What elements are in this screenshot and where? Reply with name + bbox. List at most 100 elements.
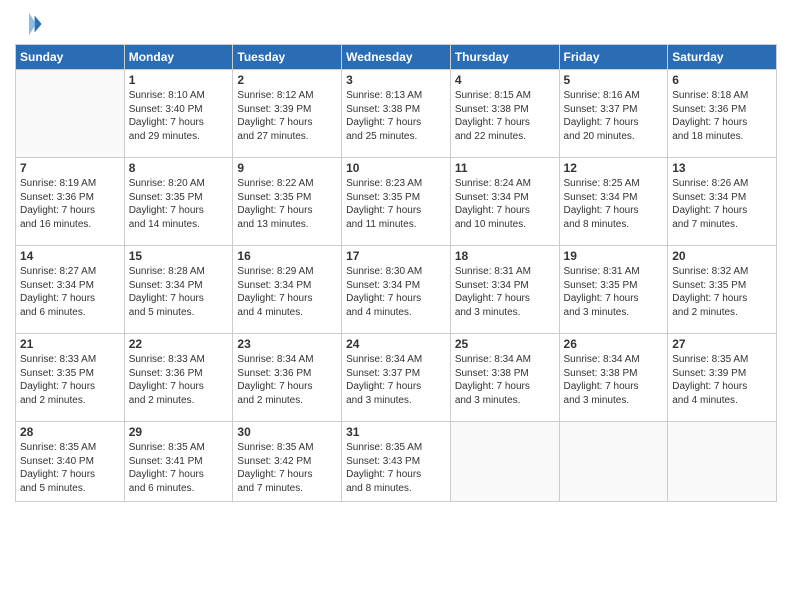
day-info: Sunrise: 8:19 AM Sunset: 3:36 PM Dayligh… (20, 177, 120, 231)
day-cell: 19 Sunrise: 8:31 AM Sunset: 3:35 PM Dayli… (559, 246, 668, 334)
day-number: 4 (455, 73, 555, 87)
day-info: Sunrise: 8:35 AM Sunset: 3:39 PM Dayligh… (672, 353, 772, 407)
day-info: Sunrise: 8:34 AM Sunset: 3:38 PM Dayligh… (455, 353, 555, 407)
day-info: Sunrise: 8:34 AM Sunset: 3:38 PM Dayligh… (564, 353, 664, 407)
day-cell: 8 Sunrise: 8:20 AM Sunset: 3:35 PM Daylig… (124, 158, 233, 246)
day-number: 21 (20, 337, 120, 351)
day-cell: 10Sunrise: 8:23 AM Sunset: 3:35 PM Dayli… (342, 158, 451, 246)
day-cell (16, 70, 125, 158)
column-header-monday: Monday (124, 45, 233, 70)
logo-icon (15, 10, 43, 38)
day-info: Sunrise: 8:13 AM Sunset: 3:38 PM Dayligh… (346, 89, 446, 143)
day-cell: 23 Sunrise: 8:34 AM Sunset: 3:36 PM Dayli… (233, 334, 342, 422)
day-cell: 16Sunrise: 8:29 AM Sunset: 3:34 PM Dayli… (233, 246, 342, 334)
logo (15, 10, 47, 38)
day-number: 15 (129, 249, 229, 263)
day-info: Sunrise: 8:31 AM Sunset: 3:35 PM Dayligh… (564, 265, 664, 319)
day-cell: 12 Sunrise: 8:25 AM Sunset: 3:34 PM Dayli… (559, 158, 668, 246)
day-info: Sunrise: 8:26 AM Sunset: 3:34 PM Dayligh… (672, 177, 772, 231)
day-cell: 22 Sunrise: 8:33 AM Sunset: 3:36 PM Dayli… (124, 334, 233, 422)
column-header-friday: Friday (559, 45, 668, 70)
day-number: 1 (129, 73, 229, 87)
day-number: 12 (564, 161, 664, 175)
day-cell: 1 Sunrise: 8:10 AM Sunset: 3:40 PM Daylig… (124, 70, 233, 158)
day-cell: 31 Sunrise: 8:35 AM Sunset: 3:43 PM Dayli… (342, 422, 451, 502)
day-number: 29 (129, 425, 229, 439)
header-row: SundayMondayTuesdayWednesdayThursdayFrid… (16, 45, 777, 70)
day-number: 9 (237, 161, 337, 175)
day-info: Sunrise: 8:10 AM Sunset: 3:40 PM Dayligh… (129, 89, 229, 143)
day-number: 18 (455, 249, 555, 263)
day-number: 3 (346, 73, 446, 87)
day-info: Sunrise: 8:32 AM Sunset: 3:35 PM Dayligh… (672, 265, 772, 319)
column-header-saturday: Saturday (668, 45, 777, 70)
day-number: 19 (564, 249, 664, 263)
day-cell (668, 422, 777, 502)
day-info: Sunrise: 8:15 AM Sunset: 3:38 PM Dayligh… (455, 89, 555, 143)
day-cell: 25 Sunrise: 8:34 AM Sunset: 3:38 PM Dayli… (450, 334, 559, 422)
day-info: Sunrise: 8:24 AM Sunset: 3:34 PM Dayligh… (455, 177, 555, 231)
calendar: SundayMondayTuesdayWednesdayThursdayFrid… (15, 44, 777, 502)
column-header-wednesday: Wednesday (342, 45, 451, 70)
day-cell: 3 Sunrise: 8:13 AM Sunset: 3:38 PM Daylig… (342, 70, 451, 158)
day-number: 31 (346, 425, 446, 439)
day-cell: 9 Sunrise: 8:22 AM Sunset: 3:35 PM Daylig… (233, 158, 342, 246)
day-cell: 30 Sunrise: 8:35 AM Sunset: 3:42 PM Dayli… (233, 422, 342, 502)
week-row-3: 14 Sunrise: 8:27 AM Sunset: 3:34 PM Dayli… (16, 246, 777, 334)
day-number: 22 (129, 337, 229, 351)
day-number: 17 (346, 249, 446, 263)
week-row-1: 1 Sunrise: 8:10 AM Sunset: 3:40 PM Daylig… (16, 70, 777, 158)
day-info: Sunrise: 8:12 AM Sunset: 3:39 PM Dayligh… (237, 89, 337, 143)
day-cell: 7 Sunrise: 8:19 AM Sunset: 3:36 PM Daylig… (16, 158, 125, 246)
day-cell: 27 Sunrise: 8:35 AM Sunset: 3:39 PM Dayli… (668, 334, 777, 422)
day-cell: 20 Sunrise: 8:32 AM Sunset: 3:35 PM Dayli… (668, 246, 777, 334)
day-cell: 5Sunrise: 8:16 AM Sunset: 3:37 PM Daylig… (559, 70, 668, 158)
day-number: 24 (346, 337, 446, 351)
day-number: 20 (672, 249, 772, 263)
day-number: 28 (20, 425, 120, 439)
week-row-5: 28 Sunrise: 8:35 AM Sunset: 3:40 PM Dayli… (16, 422, 777, 502)
day-number: 8 (129, 161, 229, 175)
day-cell: 2 Sunrise: 8:12 AM Sunset: 3:39 PM Daylig… (233, 70, 342, 158)
day-info: Sunrise: 8:34 AM Sunset: 3:37 PM Dayligh… (346, 353, 446, 407)
day-number: 25 (455, 337, 555, 351)
day-number: 30 (237, 425, 337, 439)
day-info: Sunrise: 8:27 AM Sunset: 3:34 PM Dayligh… (20, 265, 120, 319)
day-cell: 14 Sunrise: 8:27 AM Sunset: 3:34 PM Dayli… (16, 246, 125, 334)
day-number: 7 (20, 161, 120, 175)
day-number: 27 (672, 337, 772, 351)
day-info: Sunrise: 8:31 AM Sunset: 3:34 PM Dayligh… (455, 265, 555, 319)
day-number: 26 (564, 337, 664, 351)
day-info: Sunrise: 8:25 AM Sunset: 3:34 PM Dayligh… (564, 177, 664, 231)
day-cell: 6 Sunrise: 8:18 AM Sunset: 3:36 PM Daylig… (668, 70, 777, 158)
day-info: Sunrise: 8:33 AM Sunset: 3:35 PM Dayligh… (20, 353, 120, 407)
day-number: 11 (455, 161, 555, 175)
day-info: Sunrise: 8:35 AM Sunset: 3:42 PM Dayligh… (237, 441, 337, 495)
week-row-4: 21 Sunrise: 8:33 AM Sunset: 3:35 PM Dayli… (16, 334, 777, 422)
day-number: 6 (672, 73, 772, 87)
day-info: Sunrise: 8:20 AM Sunset: 3:35 PM Dayligh… (129, 177, 229, 231)
day-info: Sunrise: 8:29 AM Sunset: 3:34 PM Dayligh… (237, 265, 337, 319)
day-info: Sunrise: 8:33 AM Sunset: 3:36 PM Dayligh… (129, 353, 229, 407)
day-info: Sunrise: 8:28 AM Sunset: 3:34 PM Dayligh… (129, 265, 229, 319)
page: SundayMondayTuesdayWednesdayThursdayFrid… (0, 0, 792, 612)
day-info: Sunrise: 8:16 AM Sunset: 3:37 PM Dayligh… (564, 89, 664, 143)
day-info: Sunrise: 8:35 AM Sunset: 3:41 PM Dayligh… (129, 441, 229, 495)
day-cell: 4 Sunrise: 8:15 AM Sunset: 3:38 PM Daylig… (450, 70, 559, 158)
day-cell: 24 Sunrise: 8:34 AM Sunset: 3:37 PM Dayli… (342, 334, 451, 422)
day-number: 23 (237, 337, 337, 351)
day-info: Sunrise: 8:23 AM Sunset: 3:35 PM Dayligh… (346, 177, 446, 231)
day-cell: 15 Sunrise: 8:28 AM Sunset: 3:34 PM Dayli… (124, 246, 233, 334)
day-cell: 11 Sunrise: 8:24 AM Sunset: 3:34 PM Dayli… (450, 158, 559, 246)
day-info: Sunrise: 8:22 AM Sunset: 3:35 PM Dayligh… (237, 177, 337, 231)
day-info: Sunrise: 8:35 AM Sunset: 3:40 PM Dayligh… (20, 441, 120, 495)
day-info: Sunrise: 8:35 AM Sunset: 3:43 PM Dayligh… (346, 441, 446, 495)
day-info: Sunrise: 8:34 AM Sunset: 3:36 PM Dayligh… (237, 353, 337, 407)
column-header-sunday: Sunday (16, 45, 125, 70)
day-info: Sunrise: 8:18 AM Sunset: 3:36 PM Dayligh… (672, 89, 772, 143)
day-cell: 29 Sunrise: 8:35 AM Sunset: 3:41 PM Dayli… (124, 422, 233, 502)
day-cell (559, 422, 668, 502)
day-number: 14 (20, 249, 120, 263)
day-number: 2 (237, 73, 337, 87)
header (15, 10, 777, 38)
